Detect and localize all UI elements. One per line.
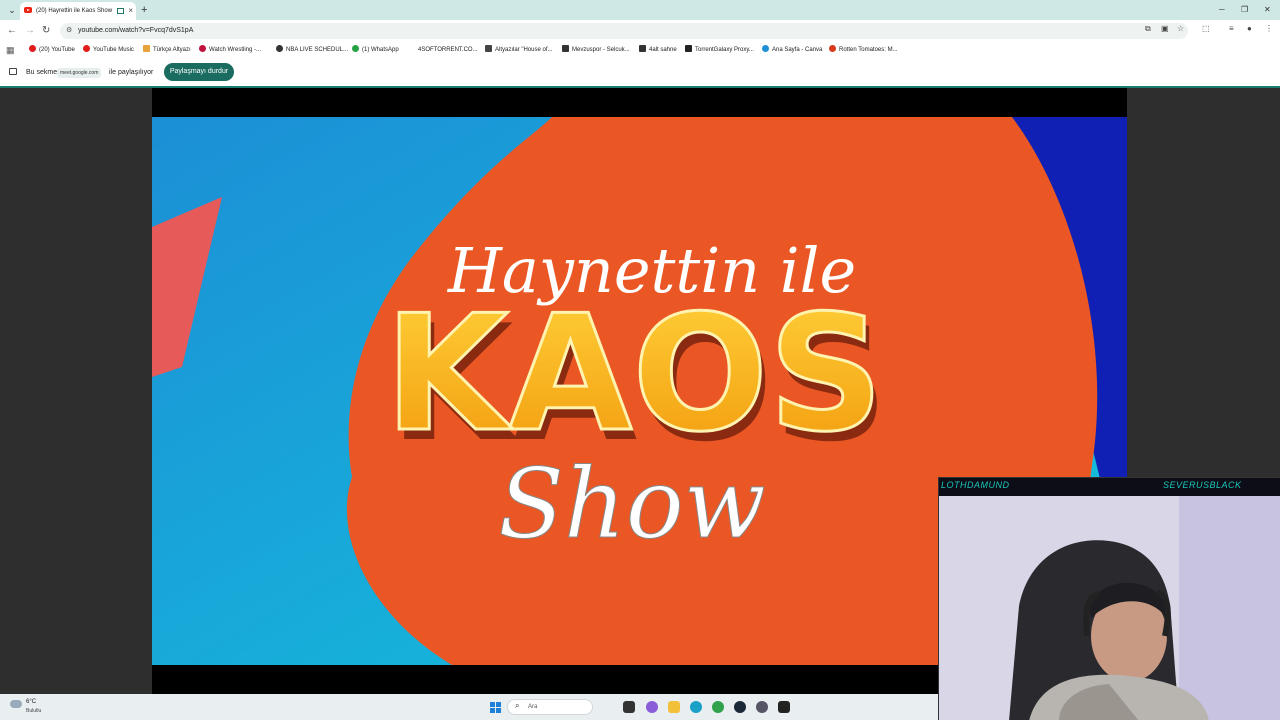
- install-icon[interactable]: ▣: [1161, 25, 1169, 33]
- tomato-icon: [829, 45, 836, 52]
- bookmark-item[interactable]: TorrentGalaxy Proxy...: [685, 42, 754, 58]
- youtube-icon: [24, 7, 32, 13]
- subtitles-icon: [485, 45, 492, 52]
- screen-icon: [639, 45, 646, 52]
- obs-icon[interactable]: [778, 701, 790, 713]
- torrentgalaxy-icon: [685, 45, 692, 52]
- bookmark-item[interactable]: Rotten Tomatoes: M...: [829, 42, 898, 58]
- copilot-icon[interactable]: [646, 701, 658, 713]
- whatsapp-icon: [352, 45, 359, 52]
- weather-description[interactable]: Bulutlu: [26, 708, 41, 714]
- globe-icon: [276, 45, 283, 52]
- media-icon[interactable]: ≡: [1229, 25, 1237, 33]
- windows-start-icon[interactable]: [490, 702, 501, 713]
- site-info-icon[interactable]: ⚙: [66, 26, 72, 34]
- youtube-music-icon: [83, 45, 90, 52]
- bookmark-item[interactable]: Altyazılar "House of...: [485, 42, 553, 58]
- bookmark-star-icon[interactable]: ☆: [1177, 25, 1185, 33]
- cast-icon: [117, 8, 124, 14]
- sharing-prefix: Bu sekme: [26, 69, 58, 76]
- stop-sharing-button[interactable]: Paylaşmayı durdur: [164, 63, 234, 81]
- subtitle-site-icon: [143, 45, 150, 52]
- settings-gear-icon[interactable]: [756, 701, 768, 713]
- webcam-name-left: LOTHDAMUND: [941, 480, 1010, 490]
- weather-temperature[interactable]: 6°C: [26, 699, 36, 705]
- screen: ⌄ (20) Hayrettin ile Kaos Show × + ─ ❐ ✕…: [0, 0, 1280, 720]
- search-icon: ⌕: [515, 701, 520, 710]
- forward-icon[interactable]: →: [25, 24, 35, 38]
- extensions-icon[interactable]: ⬚: [1202, 25, 1210, 33]
- sharing-domain[interactable]: meet.google.com: [57, 68, 102, 78]
- search-placeholder: Ara: [528, 704, 538, 710]
- back-icon[interactable]: ←: [7, 24, 17, 38]
- tab-active[interactable]: (20) Hayrettin ile Kaos Show ×: [20, 2, 136, 20]
- show-title-main: KAOS: [384, 280, 883, 467]
- chrome-icon[interactable]: [712, 701, 724, 713]
- bookmark-item[interactable]: Türkçe Altyazı: [143, 42, 191, 58]
- bookmark-item[interactable]: NBA LIVE SCHEDUL...: [276, 42, 348, 58]
- webcam-overlay: LOTHDAMUND SEVERUSBLACK: [938, 477, 1280, 720]
- profile-icon[interactable]: ●: [1247, 25, 1255, 33]
- sharing-bar: Bu sekme meet.google.com ile paylaşılıyo…: [0, 58, 1280, 88]
- webcam-name-right: SEVERUSBLACK: [1163, 480, 1242, 490]
- taskbar-search[interactable]: ⌕ Ara: [507, 699, 593, 715]
- canva-icon: [762, 45, 769, 52]
- sports-icon: [562, 45, 569, 52]
- address-bar[interactable]: ⚙ youtube.com/watch?v=Fvcq7dvS1pA: [60, 23, 1188, 39]
- reload-icon[interactable]: ↻: [42, 24, 50, 38]
- youtube-icon: [29, 45, 36, 52]
- tab-search-icon[interactable]: ⌄: [4, 3, 20, 17]
- bookmark-item[interactable]: Watch Wrestling -...: [199, 42, 261, 58]
- steam-icon[interactable]: [734, 701, 746, 713]
- cloud-icon: [10, 700, 22, 708]
- bookmark-item[interactable]: (1) WhatsApp: [352, 42, 399, 58]
- menu-icon[interactable]: ⋮: [1265, 25, 1273, 33]
- webcam-name-band: LOTHDAMUND SEVERUSBLACK: [939, 478, 1280, 496]
- bookmark-item[interactable]: Ana Sayfa - Canva: [762, 42, 822, 58]
- tab-title: (20) Hayrettin ile Kaos Show: [36, 8, 113, 14]
- screen-share-icon: [9, 68, 17, 75]
- taskbar: 6°C Bulutlu ⌕ Ara: [0, 694, 938, 720]
- apps-grid-icon[interactable]: ▦: [6, 45, 15, 55]
- bookmark-item[interactable]: Mevzuspor - Selcuk...: [562, 42, 630, 58]
- file-explorer-icon[interactable]: [668, 701, 680, 713]
- close-tab-icon[interactable]: ×: [128, 2, 133, 20]
- minimize-icon[interactable]: ─: [1219, 3, 1225, 17]
- bookmark-item[interactable]: YouTube Music: [83, 42, 134, 58]
- show-title-sub: Show: [498, 448, 766, 560]
- bookmarks-bar: ▦ (20) YouTube YouTube Music Türkçe Alty…: [0, 42, 1280, 58]
- translate-icon[interactable]: ⧉: [1145, 25, 1153, 33]
- url-text: youtube.com/watch?v=Fvcq7dvS1pA: [78, 27, 194, 34]
- wrestling-icon: [199, 45, 206, 52]
- new-tab-button[interactable]: +: [141, 3, 147, 17]
- close-window-icon[interactable]: ✕: [1264, 3, 1271, 17]
- browser-toolbar: ← → ↻ ⚙ youtube.com/watch?v=Fvcq7dvS1pA …: [0, 20, 1280, 42]
- tab-strip: ⌄ (20) Hayrettin ile Kaos Show × + ─ ❐ ✕: [0, 0, 1280, 20]
- bookmark-item[interactable]: (20) YouTube: [29, 42, 75, 58]
- bookmark-item[interactable]: 4alt sahne: [639, 42, 677, 58]
- bookmark-item[interactable]: 4SOFTORRENT.CO...: [408, 42, 478, 58]
- sharing-suffix: ile paylaşılıyor: [109, 69, 154, 76]
- torrent-site-icon: [408, 45, 415, 52]
- edge-icon[interactable]: [690, 701, 702, 713]
- task-view-icon[interactable]: [623, 701, 635, 713]
- restore-icon[interactable]: ❐: [1241, 3, 1248, 17]
- webcam-feed: [939, 496, 1280, 720]
